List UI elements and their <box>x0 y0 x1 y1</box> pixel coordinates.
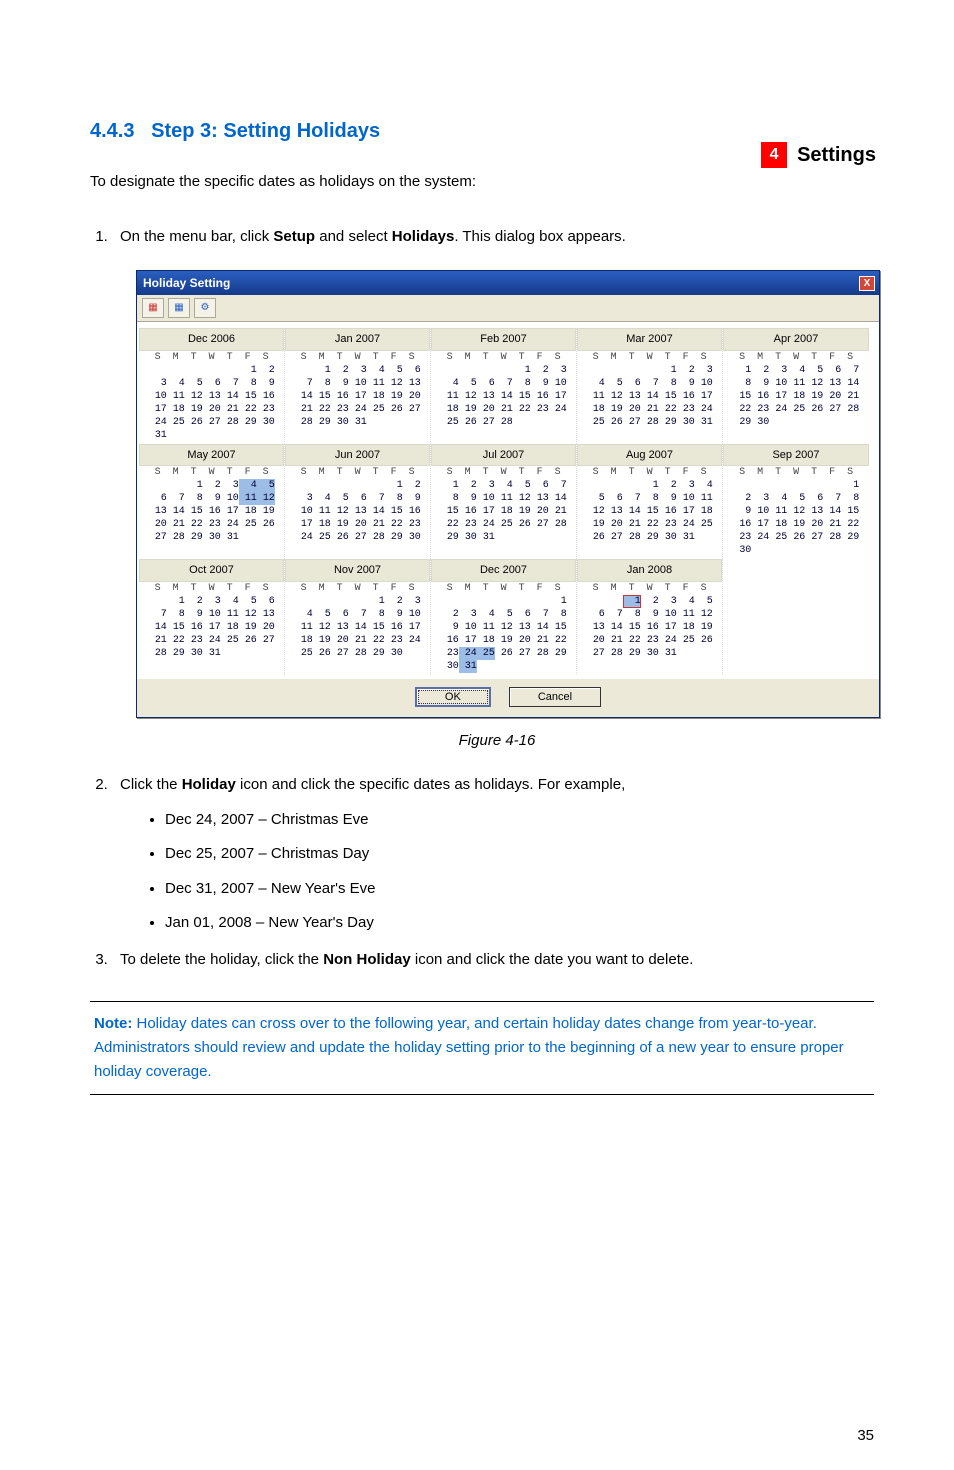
month-cell: Oct 2007SMTWTFS 1 2 3 4 5 6 7 8 91011121… <box>139 559 285 675</box>
month-cell: Jan 2007SMTWTFS 1 2 3 4 5 6 7 8 91011121… <box>285 328 431 444</box>
example-dates-list: Dec 24, 2007 – Christmas Eve Dec 25, 2007… <box>120 809 874 935</box>
month-header: Dec 2006 <box>139 328 284 351</box>
close-icon[interactable]: X <box>859 276 875 291</box>
month-cell: Nov 2007SMTWTFS 1 2 3 4 5 6 7 8 91011121… <box>285 559 431 675</box>
section-number: 4.4.3 <box>90 120 134 142</box>
month-header: Dec 2007 <box>431 559 576 582</box>
month-header: Aug 2007 <box>577 444 722 467</box>
intro-text: To designate the specific dates as holid… <box>90 171 874 194</box>
dialog-title: Holiday Setting <box>143 274 230 292</box>
step-2: Click the Holiday icon and click the spe… <box>112 774 874 935</box>
month-cell <box>723 559 869 675</box>
note-text: Holiday dates can cross over to the foll… <box>94 1015 844 1080</box>
note-box: Note: Holiday dates can cross over to th… <box>90 1001 874 1095</box>
section-heading: 4.4.3 Step 3: Setting Holidays <box>90 120 874 143</box>
calendar-grid: Dec 2006SMTWTFS 1 2 3 4 5 6 7 8 91011121… <box>137 322 879 679</box>
month-header: May 2007 <box>139 444 284 467</box>
list-item: Dec 31, 2007 – New Year's Eve <box>165 878 874 901</box>
month-cell: Feb 2007SMTWTFS 1 2 3 4 5 6 7 8 91011121… <box>431 328 577 444</box>
month-cell: Dec 2006SMTWTFS 1 2 3 4 5 6 7 8 91011121… <box>139 328 285 444</box>
month-header: Sep 2007 <box>723 444 869 467</box>
month-cell: Jun 2007SMTWTFS 1 2 3 4 5 6 7 8 91011121… <box>285 444 431 560</box>
month-header: Feb 2007 <box>431 328 576 351</box>
list-item: Dec 25, 2007 – Christmas Day <box>165 843 874 866</box>
page-number: 35 <box>857 1427 874 1444</box>
list-item: Jan 01, 2008 – New Year's Day <box>165 912 874 935</box>
non-holiday-icon[interactable]: ▦ <box>168 298 190 318</box>
dialog-toolbar: ▦ ▦ ⚙ <box>137 295 879 322</box>
note-label: Note: <box>94 1015 132 1032</box>
chapter-title: Settings <box>797 144 876 167</box>
figure-caption: Figure 4-16 <box>120 730 874 753</box>
holiday-icon[interactable]: ▦ <box>142 298 164 318</box>
month-header: Jul 2007 <box>431 444 576 467</box>
month-cell: Sep 2007SMTWTFS 1 2 3 4 5 6 7 8 91011121… <box>723 444 869 560</box>
toolbar-extra-icon[interactable]: ⚙ <box>194 298 216 318</box>
month-cell: Apr 2007SMTWTFS 1 2 3 4 5 6 7 8 91011121… <box>723 328 869 444</box>
month-cell: Jan 2008SMTWTFS 1 2 3 4 5 6 7 8 91011121… <box>577 559 723 675</box>
month-header: Mar 2007 <box>577 328 722 351</box>
steps-list: On the menu bar, click Setup and select … <box>90 226 874 972</box>
cancel-button[interactable]: Cancel <box>509 687 601 707</box>
month-header: Apr 2007 <box>723 328 869 351</box>
month-header: Jan 2007 <box>285 328 430 351</box>
ok-button[interactable]: OK <box>415 687 491 707</box>
section-title: Step 3: Setting Holidays <box>151 120 380 142</box>
chapter-badge: 4 <box>761 142 787 168</box>
month-cell: Dec 2007SMTWTFS 1 2 3 4 5 6 7 8 91011121… <box>431 559 577 675</box>
month-cell: Aug 2007SMTWTFS 1 2 3 4 5 6 7 8 91011121… <box>577 444 723 560</box>
step-3: To delete the holiday, click the Non Hol… <box>112 949 874 972</box>
holiday-setting-dialog: Holiday Setting X ▦ ▦ ⚙ Dec 2006SMTWTFS … <box>136 270 880 718</box>
month-header: Jan 2008 <box>577 559 722 582</box>
month-cell: May 2007SMTWTFS 1 2 3 4 5 6 7 8 91011121… <box>139 444 285 560</box>
month-header: Jun 2007 <box>285 444 430 467</box>
month-header: Nov 2007 <box>285 559 430 582</box>
step-1: On the menu bar, click Setup and select … <box>112 226 874 753</box>
month-cell: Jul 2007SMTWTFS 1 2 3 4 5 6 7 8 91011121… <box>431 444 577 560</box>
list-item: Dec 24, 2007 – Christmas Eve <box>165 809 874 832</box>
month-header: Oct 2007 <box>139 559 284 582</box>
month-cell: Mar 2007SMTWTFS 1 2 3 4 5 6 7 8 91011121… <box>577 328 723 444</box>
